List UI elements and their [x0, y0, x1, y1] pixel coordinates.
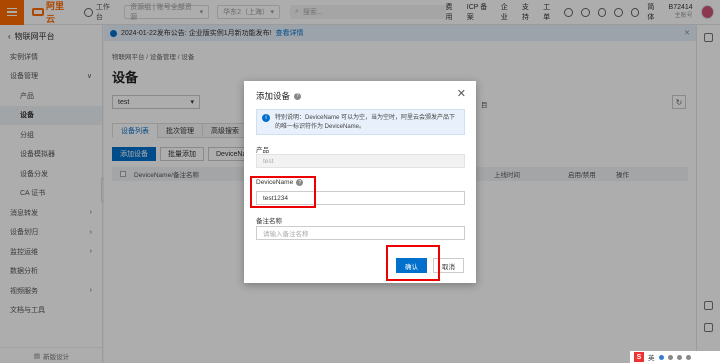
remark-field[interactable]: 请输入备注名称 [256, 226, 465, 240]
remark-field-placeholder: 请输入备注名称 [263, 231, 309, 238]
close-icon[interactable]: ✕ [457, 87, 466, 100]
annotation-box-devicename [250, 176, 316, 208]
help-icon[interactable]: ? [294, 92, 302, 100]
emoji-icon[interactable] [658, 354, 664, 360]
info-icon: i [262, 114, 270, 122]
annotation-box-confirm [386, 245, 440, 281]
dialog-info-text: 特别说明：DeviceName 可以为空，当为空时，阿里云会颁发产品下的唯一标识… [275, 115, 456, 130]
product-field-label: 产品 [256, 144, 269, 154]
keyboard-icon[interactable] [676, 354, 682, 360]
settings-icon[interactable] [685, 354, 691, 360]
product-field-value: test [263, 157, 274, 165]
system-tray: S 英 [630, 351, 720, 363]
dialog-info-box: i 特别说明：DeviceName 可以为空，当为空时，阿里云会颁发产品下的唯一… [256, 109, 465, 135]
mic-icon[interactable] [667, 354, 673, 360]
ime-logo-icon: S [634, 352, 644, 362]
product-label-text: 产品 [256, 147, 269, 154]
dialog-title-text: 添加设备 [256, 91, 291, 101]
product-field: test [256, 154, 465, 168]
ime-language[interactable]: 英 [648, 352, 655, 362]
dialog-title: 添加设备 ? [256, 90, 302, 102]
remark-label-text: 备注名称 [256, 218, 282, 225]
remark-field-label: 备注名称 [256, 215, 282, 225]
